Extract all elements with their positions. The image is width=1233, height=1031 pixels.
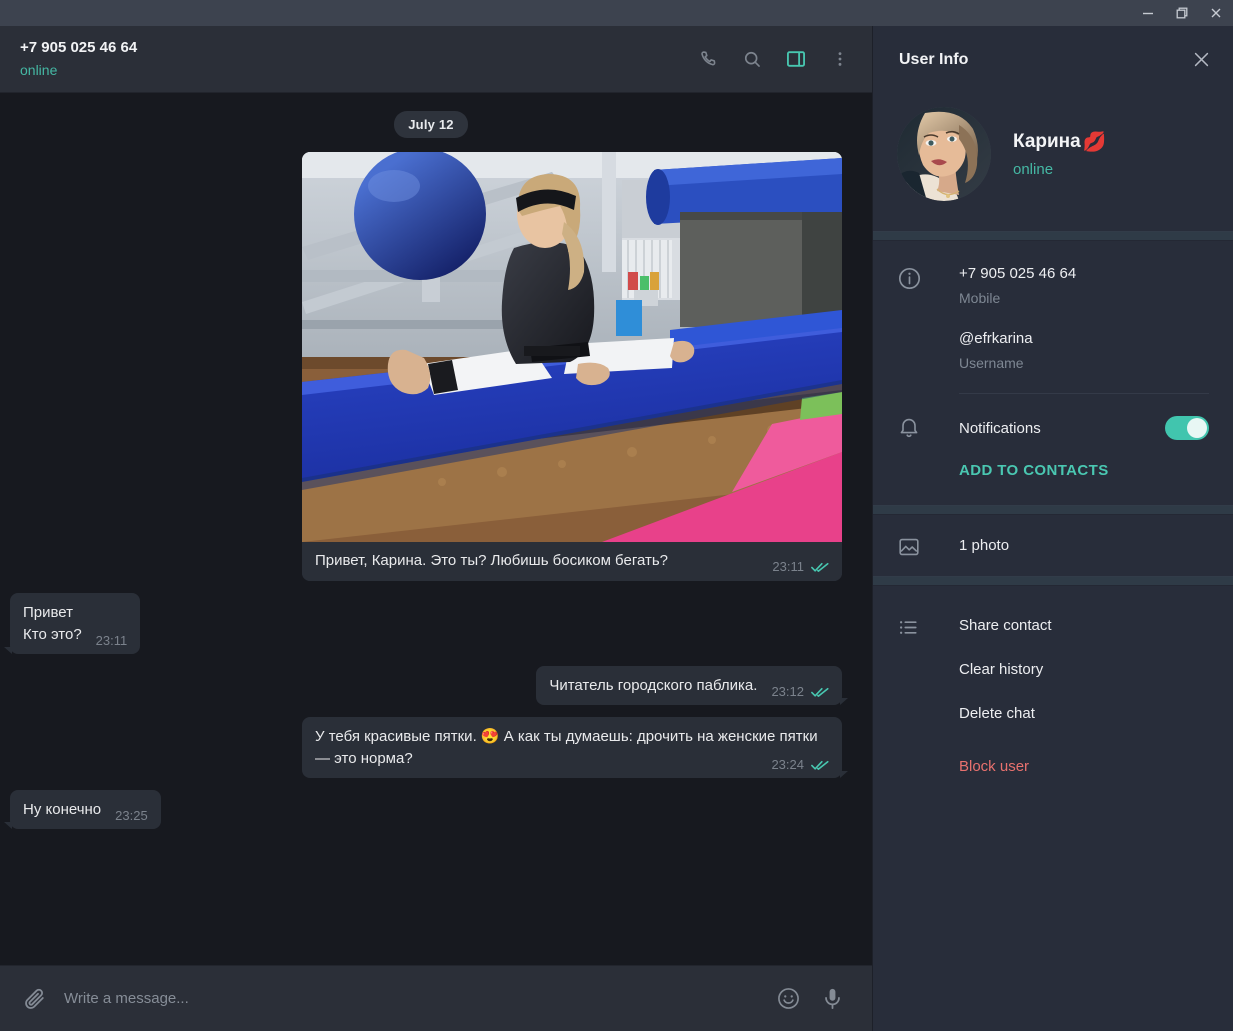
search-icon[interactable] (734, 41, 770, 77)
text-message-bubble[interactable]: У тебя красивые пятки. 😍 А как ты думаеш… (302, 717, 848, 778)
username-value: @efrkarina (959, 330, 1033, 347)
notifications-label: Notifications (959, 419, 1041, 437)
telegram-window: +7 905 025 46 64 online July 12 Привет, … (0, 0, 1233, 1031)
info-panel-header: User Info (873, 26, 1233, 93)
bell-icon (897, 415, 921, 444)
avatar[interactable] (897, 107, 991, 201)
profile-texts: Карина 💋 online (1013, 130, 1106, 178)
close-button[interactable] (1199, 0, 1233, 26)
message-input[interactable] (56, 990, 766, 1007)
profile-name: Карина (1013, 131, 1081, 152)
message-text: У тебя красивые пятки. 😍 А как ты думаеш… (315, 728, 822, 767)
chat-peer-status: online (20, 62, 58, 78)
title-bar (0, 0, 1233, 26)
add-to-contacts-button[interactable]: ADD TO CONTACTS (873, 462, 1233, 505)
username-icon-spacer (897, 328, 959, 393)
date-separator: July 12 (394, 111, 468, 138)
photo-caption: Привет, Карина. Это ты? Любишь босиком б… (302, 542, 842, 581)
message-text: Привет Кто это? (23, 604, 82, 643)
photo-icon (897, 535, 921, 564)
message-meta: 23:24 (771, 757, 829, 772)
read-receipt-icon (811, 759, 829, 771)
notifications-row[interactable]: Notifications (873, 394, 1233, 462)
contact-info-section: +7 905 025 46 64 Mobile @efrkarina Usern… (873, 241, 1233, 505)
list-icon (897, 616, 920, 644)
info-circle-icon (897, 263, 959, 328)
message-row: Привет Кто это? 23:11 (3, 593, 852, 654)
phone-icon[interactable] (690, 41, 726, 77)
username-field: @efrkarina Username (959, 328, 1209, 393)
contact-username-row[interactable]: @efrkarina Username (873, 328, 1233, 393)
smiley-icon[interactable] (766, 977, 810, 1021)
paperclip-icon[interactable] (12, 977, 56, 1021)
message-list[interactable]: July 12 Привет, Карина. Это ты? Любишь б… (0, 93, 872, 965)
phone-label: Mobile (959, 290, 1001, 306)
menu-item-delete-chat[interactable]: Delete chat (873, 692, 1233, 736)
profile-name-row: Карина 💋 (1013, 130, 1106, 154)
restore-button[interactable] (1165, 0, 1199, 26)
message-meta: 23:25 (115, 808, 148, 823)
message-time: 23:24 (771, 757, 804, 772)
menu-item-block-user[interactable]: Block user (873, 745, 1233, 789)
more-vertical-icon[interactable] (822, 41, 858, 77)
profile-block: Карина 💋 online (873, 93, 1233, 231)
info-panel-toggle-icon[interactable] (778, 41, 814, 77)
message-time: 23:11 (772, 559, 804, 574)
chat-peer-name: +7 905 025 46 64 (20, 39, 138, 56)
text-message-bubble[interactable]: Ну конечно 23:25 (4, 790, 161, 829)
actions-menu: Share contact Clear history Delete chat … (873, 586, 1233, 809)
minimize-button[interactable] (1131, 0, 1165, 26)
username-label: Username (959, 355, 1024, 371)
message-composer (0, 965, 872, 1031)
message-time: 23:12 (771, 684, 804, 699)
window-body: +7 905 025 46 64 online July 12 Привет, … (0, 26, 1233, 1031)
close-icon[interactable] (1183, 42, 1219, 78)
notifications-toggle[interactable] (1165, 416, 1209, 440)
section-divider (873, 505, 1233, 515)
chat-column: +7 905 025 46 64 online July 12 Привет, … (0, 26, 872, 1031)
message-row: Читатель городского паблика. 23:12 (10, 666, 852, 705)
phone-field: +7 905 025 46 64 Mobile (959, 263, 1209, 328)
date-separator-row: July 12 (10, 111, 852, 138)
message-time: 23:11 (95, 633, 128, 648)
info-panel-title: User Info (899, 50, 969, 68)
message-meta: 23:12 (771, 684, 829, 699)
section-divider (873, 576, 1233, 586)
message-text: Ну конечно (23, 801, 102, 818)
contact-phone-row[interactable]: +7 905 025 46 64 Mobile (873, 263, 1233, 328)
read-receipt-icon (811, 686, 829, 698)
microphone-icon[interactable] (810, 977, 854, 1021)
message-meta: 23:11 (96, 633, 128, 648)
menu-item-share-contact[interactable]: Share contact (873, 604, 1233, 648)
chat-header: +7 905 025 46 64 online (0, 26, 872, 93)
section-divider (873, 231, 1233, 241)
message-row: Ну конечно 23:25 (4, 790, 852, 829)
user-info-panel: User Info Карина 💋 online +7 905 025 46 … (872, 26, 1233, 1031)
text-message-bubble[interactable]: Привет Кто это? 23:11 (3, 593, 141, 654)
message-time: 23:25 (115, 808, 148, 823)
phone-value: +7 905 025 46 64 (959, 265, 1077, 282)
message-list-inner: July 12 Привет, Карина. Это ты? Любишь б… (3, 93, 852, 841)
message-text: Читатель городского паблика. (549, 677, 758, 694)
message-photo[interactable] (302, 152, 842, 542)
chat-header-titles[interactable]: +7 905 025 46 64 online (20, 38, 690, 80)
profile-status: online (1013, 161, 1054, 178)
menu-item-clear-history[interactable]: Clear history (873, 648, 1233, 692)
shared-media-row[interactable]: 1 photo (873, 515, 1233, 576)
message-row: Привет, Карина. Это ты? Любишь босиком б… (10, 152, 852, 581)
kiss-mark-icon: 💋 (1082, 132, 1107, 153)
read-receipt-icon (811, 561, 829, 573)
message-meta: 23:11 (772, 559, 829, 574)
chat-header-actions (690, 41, 858, 77)
photo-message-bubble[interactable]: Привет, Карина. Это ты? Любишь босиком б… (302, 152, 842, 581)
message-row: У тебя красивые пятки. 😍 А как ты думаеш… (10, 717, 852, 778)
message-text: Привет, Карина. Это ты? Любишь босиком б… (315, 552, 668, 569)
text-message-bubble[interactable]: Читатель городского паблика. 23:12 (536, 666, 848, 705)
